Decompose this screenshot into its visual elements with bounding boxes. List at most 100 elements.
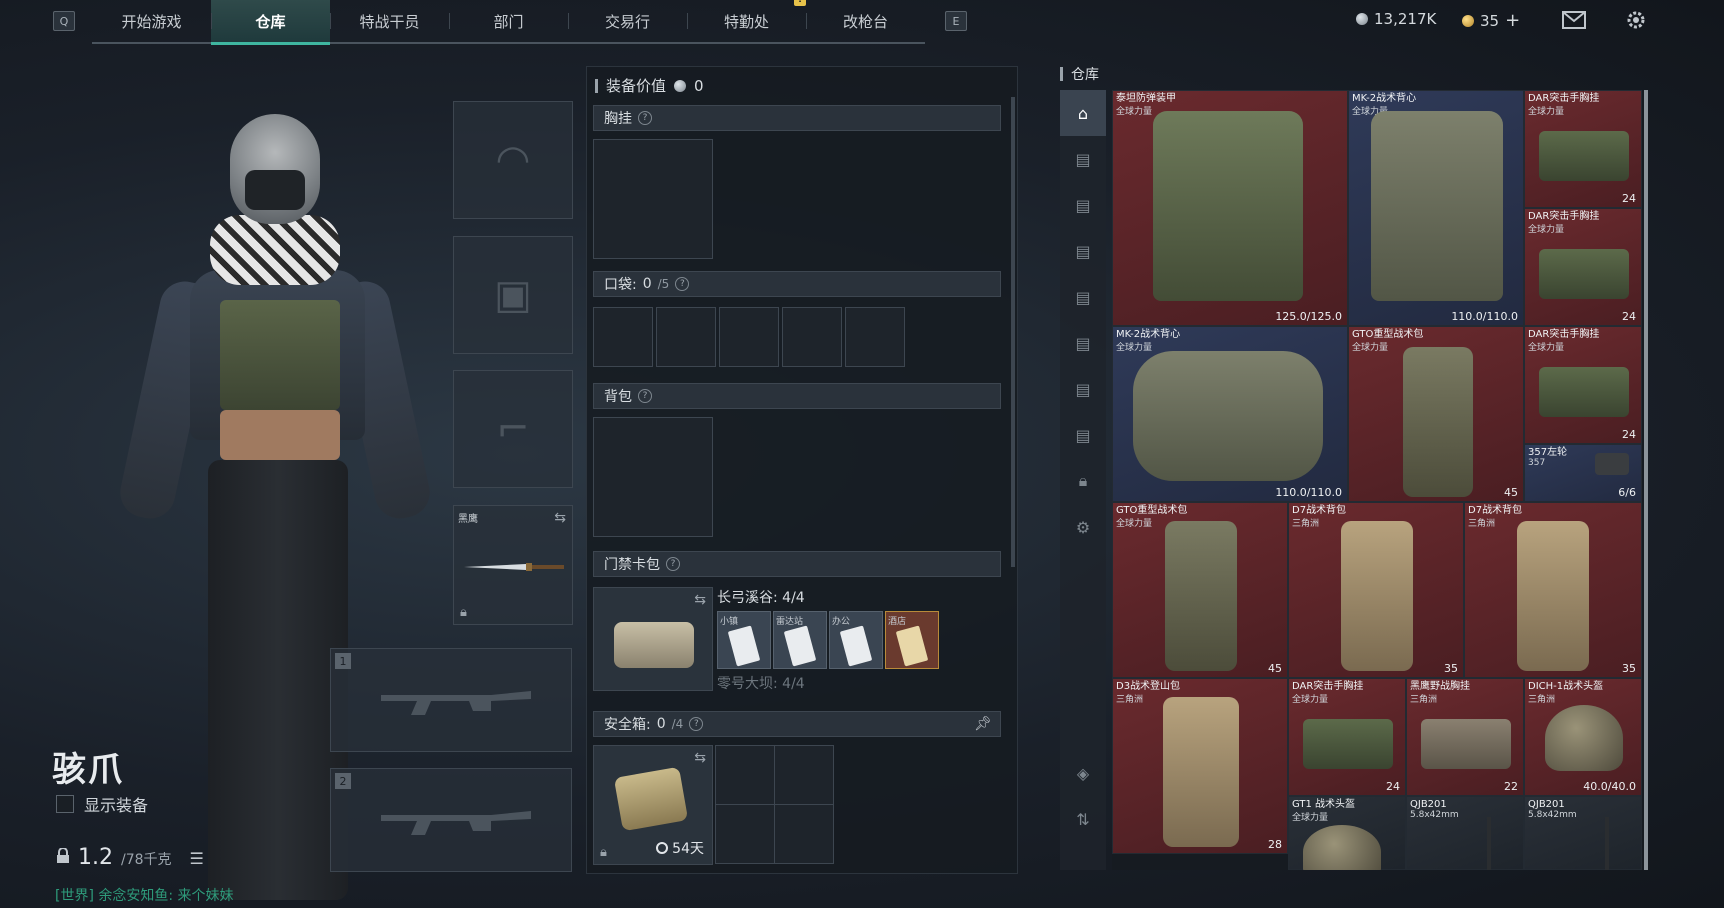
swap-icon[interactable]: ⇆ xyxy=(694,592,706,608)
safe-box-slot[interactable]: ⇆ 🔒︎ 54天 xyxy=(593,745,713,865)
keycard-icon xyxy=(839,625,873,667)
inventory-item[interactable]: D3战术登山包 三角洲 28 xyxy=(1112,678,1288,854)
prev-tab-key[interactable]: Q xyxy=(53,11,75,31)
inventory-item[interactable]: GTO重型战术包 全球力量 45 xyxy=(1112,502,1288,678)
tab-department[interactable]: 部门 xyxy=(449,0,568,42)
sidebar-category-icon[interactable]: ▤ xyxy=(1060,366,1106,412)
pocket-slot[interactable] xyxy=(593,307,653,367)
settings-gear-icon[interactable] xyxy=(1624,8,1648,36)
swap-icon[interactable]: ⇆ xyxy=(554,510,566,526)
help-icon[interactable]: ? xyxy=(675,277,690,291)
keycard-bag-slot[interactable]: ⇆ xyxy=(593,587,713,691)
chest-rig-slot[interactable] xyxy=(593,139,713,259)
tab-special-service[interactable]: 特勤处 ! xyxy=(687,0,806,42)
sidebar-category-icon[interactable]: ▤ xyxy=(1060,412,1106,458)
show-equipment-toggle[interactable]: 显示装备 xyxy=(56,792,148,816)
grid-scrollbar[interactable] xyxy=(1644,90,1648,870)
list-icon[interactable]: ☰ xyxy=(190,849,204,868)
armor-slot[interactable]: ▣ xyxy=(453,236,573,354)
sidebar-all-items-icon[interactable]: ⌂ xyxy=(1060,90,1106,136)
inventory-item[interactable]: 黑鹰野战胸挂 三角洲 22 xyxy=(1406,678,1524,796)
item-name: QJB201 xyxy=(1528,799,1565,810)
backpack-slot[interactable] xyxy=(593,417,713,537)
pockets-label: 口袋: xyxy=(604,277,637,293)
pocket-slot[interactable] xyxy=(782,307,842,367)
inventory-item[interactable]: MK-2战术背心 全球力量 110.0/110.0 xyxy=(1112,326,1348,502)
tab-market[interactable]: 交易行 xyxy=(568,0,687,42)
helmet-slot[interactable]: ◠ xyxy=(453,101,573,219)
inventory-item[interactable]: MK-2战术背心 全球力量 110.0/110.0 xyxy=(1348,90,1524,326)
pockets-count: 0 xyxy=(642,276,652,292)
tab-gunsmith[interactable]: 改枪台 xyxy=(806,0,925,42)
sidebar-category-icon[interactable]: ▤ xyxy=(1060,320,1106,366)
pocket-slot[interactable] xyxy=(719,307,779,367)
gear-scrollbar[interactable] xyxy=(1011,97,1015,567)
inventory-item[interactable]: 泰坦防弹装甲 全球力量 125.0/125.0 xyxy=(1112,90,1348,326)
pocket-slot[interactable] xyxy=(656,307,716,367)
keycard-icon xyxy=(895,625,929,667)
safe-box-cell[interactable] xyxy=(715,804,775,864)
top-nav: Q 开始游戏 仓库 特战干员 部门 交易行 特勤处 ! 改枪台 E 13,217… xyxy=(0,0,1724,45)
keycard-item[interactable]: 小镇 xyxy=(717,611,771,669)
world-chat-line[interactable]: [世界] 余念安知鱼: 来个妹妹 xyxy=(55,885,234,905)
inventory-item[interactable]: QJB201 5.8x42mm xyxy=(1406,796,1524,870)
item-capacity: 24 xyxy=(1622,428,1636,441)
main-tabs: 开始游戏 仓库 特战干员 部门 交易行 特勤处 ! 改枪台 xyxy=(92,0,925,45)
sidebar-category-icon[interactable]: ▤ xyxy=(1060,228,1106,274)
add-currency-button[interactable]: + xyxy=(1505,10,1520,31)
help-icon[interactable]: ? xyxy=(689,717,704,731)
tab-special-service-label: 特勤处 xyxy=(723,12,769,31)
keycard-item[interactable]: 酒店 xyxy=(885,611,939,669)
item-faction: 全球力量 xyxy=(1116,519,1153,529)
sidebar-category-icon[interactable]: ▤ xyxy=(1060,182,1106,228)
inventory-item[interactable]: DAR突击手胸挂 全球力量 24 xyxy=(1524,90,1642,208)
help-icon[interactable]: ? xyxy=(666,557,680,571)
inventory-item[interactable]: GTO重型战术包 全球力量 45 xyxy=(1348,326,1524,502)
item-faction: 全球力量 xyxy=(1116,107,1153,117)
inventory-item[interactable]: GT1 战术头盔 全球力量 xyxy=(1288,796,1406,870)
sidebar-lock-icon[interactable]: 🔒︎ xyxy=(1060,458,1106,504)
inventory-item[interactable]: DICH-1战术头盔 三角洲 40.0/40.0 xyxy=(1524,678,1642,796)
pin-icon[interactable]: 📌︎ xyxy=(974,716,992,732)
pistol-slot[interactable]: ⌐ xyxy=(453,370,573,488)
primary-weapon-slot-1[interactable]: 1 xyxy=(330,648,572,752)
weight-value: 1.2 xyxy=(78,845,113,870)
safe-box-cell[interactable] xyxy=(774,804,834,864)
inventory-item[interactable]: D7战术背包 三角洲 35 xyxy=(1288,502,1464,678)
item-name: DAR突击手胸挂 xyxy=(1528,211,1600,222)
inventory-item[interactable]: 357左轮 357 6/6 xyxy=(1524,444,1642,502)
help-icon[interactable]: ? xyxy=(638,389,652,403)
tab-start-game[interactable]: 开始游戏 xyxy=(92,0,211,42)
next-tab-key[interactable]: E xyxy=(945,11,967,31)
tab-operators[interactable]: 特战干员 xyxy=(330,0,449,42)
chest-rig-header: 胸挂 ? xyxy=(593,105,1001,131)
inventory-item[interactable]: DAR突击手胸挂 全球力量 24 xyxy=(1524,208,1642,326)
mail-icon[interactable] xyxy=(1562,11,1586,33)
swap-icon[interactable]: ⇆ xyxy=(694,750,706,766)
item-durability: 125.0/125.0 xyxy=(1275,310,1342,323)
inventory-item[interactable]: DAR突击手胸挂 全球力量 24 xyxy=(1524,326,1642,444)
safe-box-cell[interactable] xyxy=(774,745,834,805)
sidebar-category-icon[interactable]: ▤ xyxy=(1060,136,1106,182)
item-name: GTO重型战术包 xyxy=(1116,505,1188,516)
sidebar-settings-icon[interactable]: ⚙ xyxy=(1060,504,1106,550)
item-name: 黑鹰野战胸挂 xyxy=(1410,681,1470,692)
sidebar-category-icon[interactable]: ▤ xyxy=(1060,274,1106,320)
sidebar-sort-icon[interactable]: ⇅ xyxy=(1060,796,1106,842)
primary-weapon-slot-2[interactable]: 2 xyxy=(330,768,572,872)
backpack-icon xyxy=(1517,521,1589,671)
inventory-item[interactable]: DAR突击手胸挂 全球力量 24 xyxy=(1288,678,1406,796)
keycard-item[interactable]: 办公 xyxy=(829,611,883,669)
item-caliber: 5.8x42mm xyxy=(1410,810,1459,820)
inventory-item[interactable]: QJB201 5.8x42mm xyxy=(1524,796,1642,870)
sidebar-layers-icon[interactable]: ◈ xyxy=(1060,750,1106,796)
show-equipment-checkbox[interactable] xyxy=(56,795,74,813)
character-name: 骇爪 xyxy=(52,750,124,790)
keycard-item[interactable]: 雷达站 xyxy=(773,611,827,669)
safe-box-cell[interactable] xyxy=(715,745,775,805)
pocket-slot[interactable] xyxy=(845,307,905,367)
tab-warehouse[interactable]: 仓库 xyxy=(211,0,330,45)
inventory-item[interactable]: D7战术背包 三角洲 35 xyxy=(1464,502,1642,678)
melee-slot[interactable]: 黑鹰 ⇆ 🔒︎ xyxy=(453,505,573,625)
help-icon[interactable]: ? xyxy=(638,111,652,125)
